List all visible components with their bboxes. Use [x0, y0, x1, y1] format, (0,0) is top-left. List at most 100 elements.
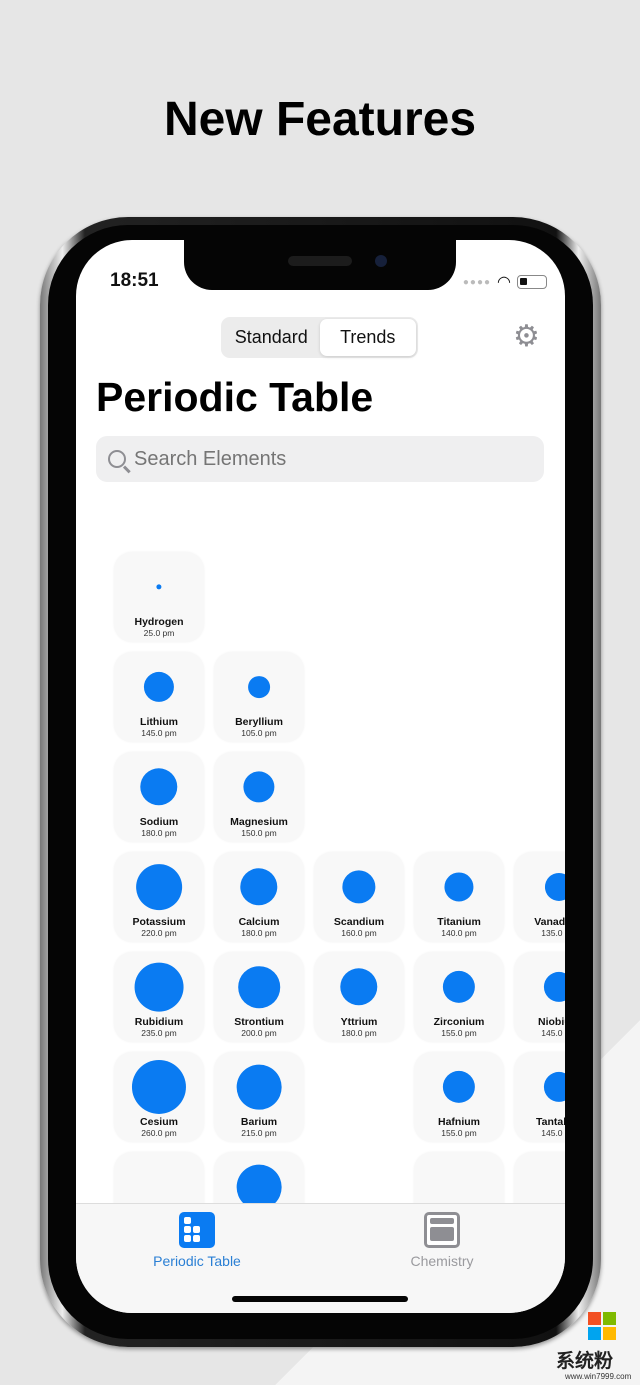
element-name: Sodium	[139, 816, 179, 828]
element-cell[interactable]: Strontium 200.0 pm	[214, 952, 304, 1042]
element-name: Beryllium	[235, 716, 283, 728]
element-radius: 160.0 pm	[341, 928, 377, 938]
headline: New Features	[163, 93, 477, 146]
wifi-icon: ◠	[497, 274, 511, 291]
element-radius: 220.0 pm	[141, 928, 177, 938]
signal-icon: ●●●●	[462, 276, 492, 288]
battery-icon	[517, 275, 547, 289]
radius-circle	[544, 872, 565, 902]
element-radius: 150.0 pm	[241, 828, 277, 838]
element-name: Titanium	[437, 916, 481, 928]
gear-icon[interactable]: ⚙	[513, 322, 540, 352]
element-radius: 145.0 pm	[541, 1028, 565, 1038]
element-cell[interactable]: Beryllium 105.0 pm	[214, 652, 304, 742]
element-cell[interactable]: Scandium 160.0 pm	[314, 852, 404, 942]
element-cell[interactable]: Rubidium 235.0 pm	[114, 952, 204, 1042]
element-name: Hafnium	[438, 1116, 480, 1128]
element-radius: 145.0 pm	[141, 728, 177, 738]
element-cell[interactable]: Barium 215.0 pm	[214, 1052, 304, 1142]
view-segmented-control[interactable]: Standard Trends	[221, 317, 418, 358]
tab-label: Periodic Table	[153, 1253, 241, 1269]
element-name: Vanadium	[534, 916, 565, 928]
grid-icon	[179, 1212, 215, 1248]
radius-circle	[243, 771, 275, 803]
element-radius: 155.0 pm	[441, 1128, 477, 1138]
element-name: Lithium	[140, 716, 178, 728]
element-cell[interactable]: Hafnium 155.0 pm	[414, 1052, 504, 1142]
notch	[184, 240, 456, 290]
element-cell[interactable]: Niobium145.0 pm	[514, 952, 565, 1042]
element-name: Rubidium	[134, 1016, 184, 1028]
element-cell[interactable]: Potassium 220.0 pm	[114, 852, 204, 942]
radius-circle	[131, 1059, 187, 1115]
element-radius: 235.0 pm	[141, 1028, 177, 1038]
element-radius: 140.0 pm	[441, 928, 477, 938]
radius-circle	[340, 968, 378, 1006]
segment-standard[interactable]: Standard	[223, 319, 320, 356]
tab-chemistry[interactable]: Chemistry	[372, 1212, 512, 1269]
search-icon	[108, 450, 126, 468]
radius-circle	[248, 676, 270, 698]
layout-icon	[424, 1212, 460, 1248]
element-radius: 25.0 pm	[143, 628, 175, 638]
element-radius: 215.0 pm	[241, 1128, 277, 1138]
element-cell[interactable]: Yttrium 180.0 pm	[314, 952, 404, 1042]
element-name: Scandium	[333, 916, 385, 928]
element-cell[interactable]: Magnesium 150.0 pm	[214, 752, 304, 842]
element-radius: 145.0 pm	[541, 1128, 565, 1138]
radius-circle	[134, 962, 184, 1012]
element-radius: 155.0 pm	[441, 1028, 477, 1038]
element-name: Potassium	[132, 916, 186, 928]
element-cell[interactable]: Cesium 260.0 pm	[114, 1052, 204, 1142]
radius-circle	[156, 584, 162, 590]
element-cell[interactable]: Titanium 140.0 pm	[414, 852, 504, 942]
app-screen: Hydrogen 25.0 pm Lithium 145.0 pm Beryllium 1…	[76, 240, 565, 1313]
radius-circle	[444, 872, 474, 902]
element-radius: 135.0 pm	[541, 928, 565, 938]
radius-circle	[442, 1070, 476, 1104]
segment-trends[interactable]: Trends	[319, 319, 416, 356]
element-radius: 105.0 pm	[241, 728, 277, 738]
element-cell[interactable]: Hydrogen 25.0 pm	[114, 552, 204, 642]
element-name: Niobium	[538, 1016, 565, 1028]
radius-circle	[442, 970, 476, 1004]
element-cell[interactable]: Zirconium 155.0 pm	[414, 952, 504, 1042]
watermark-url: www.win7999.com	[565, 1372, 632, 1381]
radius-circle	[240, 868, 278, 906]
search-input[interactable]	[134, 447, 514, 471]
element-radius: 260.0 pm	[141, 1128, 177, 1138]
element-cell[interactable]: Tantalum145.0 pm	[514, 1052, 565, 1142]
element-name: Cesium	[140, 1116, 178, 1128]
watermark-logo	[588, 1312, 616, 1340]
radius-circle	[543, 971, 565, 1003]
search-bar[interactable]	[96, 436, 544, 482]
tab-periodic-table[interactable]: Periodic Table	[127, 1212, 267, 1269]
radius-circle	[543, 1071, 565, 1103]
element-name: Tantalum	[536, 1116, 565, 1128]
element-name: Zirconium	[433, 1016, 485, 1028]
radius-circle	[140, 768, 178, 806]
element-name: Barium	[240, 1116, 278, 1128]
status-icons: ●●●● ◠	[463, 272, 547, 292]
home-indicator[interactable]	[232, 1296, 408, 1302]
element-name: Calcium	[238, 916, 280, 928]
element-name: Yttrium	[340, 1016, 378, 1028]
radius-circle	[143, 671, 175, 703]
element-radius: 180.0 pm	[141, 828, 177, 838]
element-name: Magnesium	[230, 816, 288, 828]
radius-circle	[238, 966, 280, 1008]
element-cell[interactable]: Lithium 145.0 pm	[114, 652, 204, 742]
element-cell[interactable]: Vanadium135.0 pm	[514, 852, 565, 942]
element-radius: 200.0 pm	[241, 1028, 277, 1038]
tab-label: Chemistry	[410, 1253, 474, 1269]
radius-circle	[136, 864, 182, 910]
element-name: Hydrogen	[134, 616, 184, 628]
camera-icon	[375, 255, 387, 267]
element-radius: 180.0 pm	[341, 1028, 377, 1038]
status-time: 18:51	[110, 270, 159, 291]
watermark-text: 系统粉	[556, 1351, 614, 1372]
element-name: Strontium	[234, 1016, 284, 1028]
element-cell[interactable]: Calcium 180.0 pm	[214, 852, 304, 942]
element-cell[interactable]: Sodium 180.0 pm	[114, 752, 204, 842]
radius-circle	[236, 1064, 282, 1110]
